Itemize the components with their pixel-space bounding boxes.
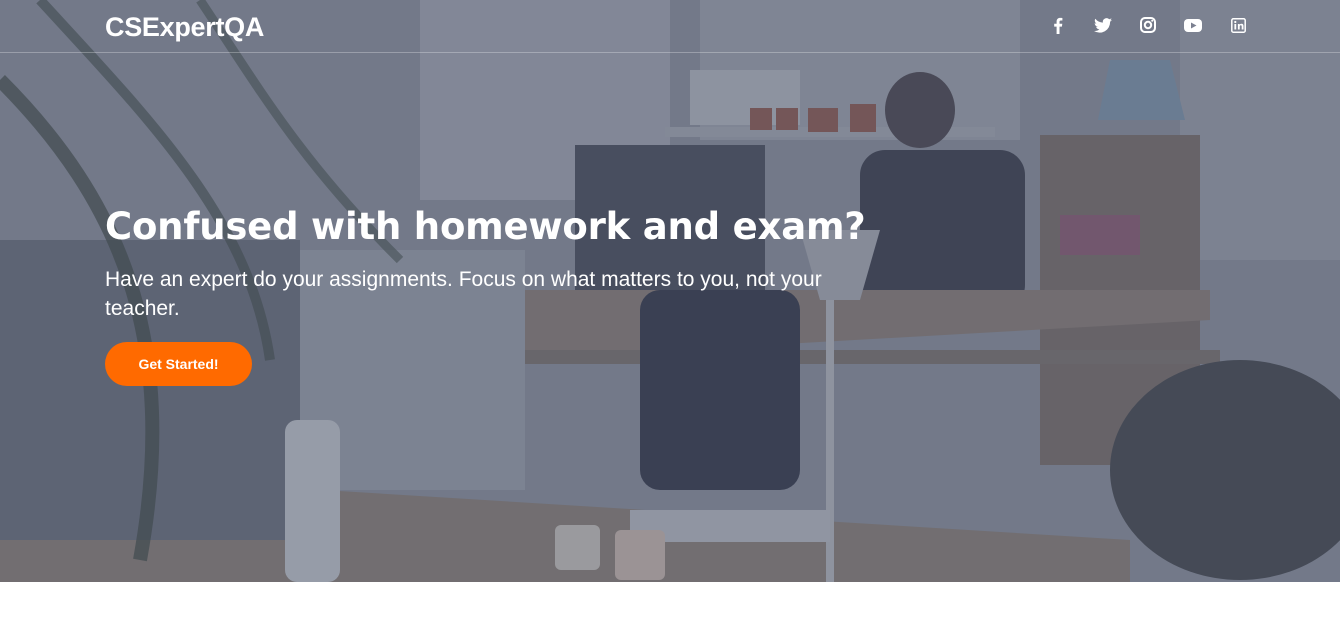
top-navbar: CSExpertQA bbox=[0, 0, 1340, 53]
site-logo[interactable]: CSExpertQA bbox=[105, 12, 264, 43]
facebook-icon[interactable] bbox=[1049, 16, 1067, 34]
linkedin-icon[interactable] bbox=[1229, 16, 1247, 34]
hero-headline: Confused with homework and exam? bbox=[105, 205, 866, 248]
instagram-icon[interactable] bbox=[1139, 16, 1157, 34]
get-started-button[interactable]: Get Started! bbox=[105, 342, 252, 386]
social-links bbox=[1049, 16, 1247, 34]
youtube-icon[interactable] bbox=[1184, 16, 1202, 34]
twitter-icon[interactable] bbox=[1094, 16, 1112, 34]
hero-subtext: Have an expert do your assignments. Focu… bbox=[105, 268, 822, 320]
hero-section: CSExpertQA Confused with homework and ex… bbox=[0, 0, 1340, 582]
